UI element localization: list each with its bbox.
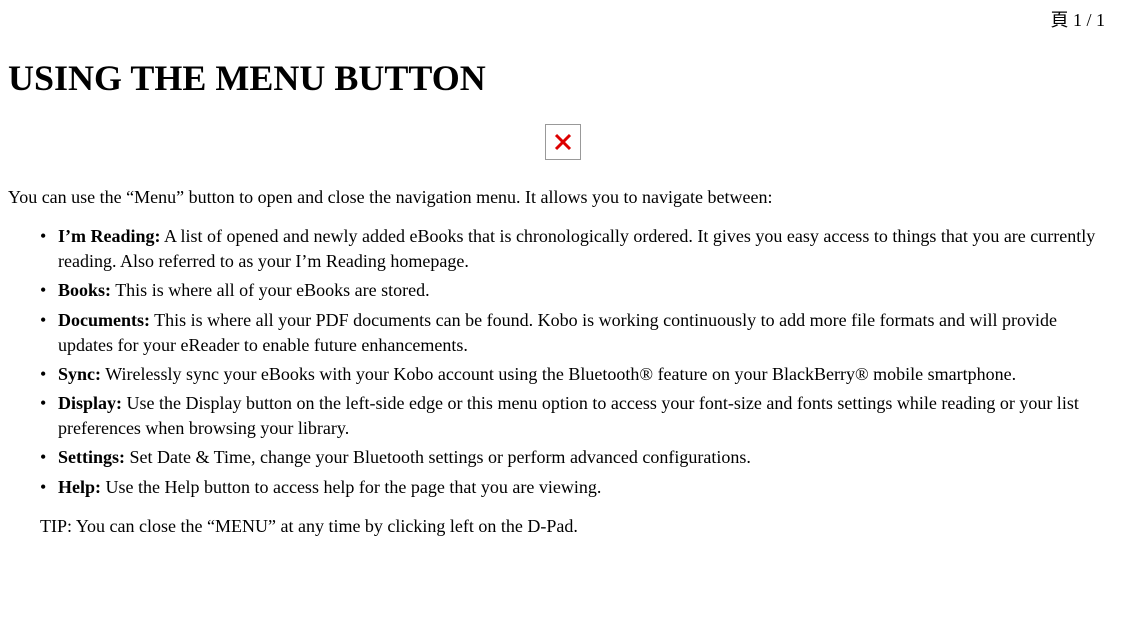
- list-item: Documents: This is where all your PDF do…: [40, 308, 1105, 358]
- item-desc: Use the Display button on the left-side …: [58, 393, 1079, 438]
- list-item: Display: Use the Display button on the l…: [40, 391, 1105, 441]
- item-desc: This is where all your PDF documents can…: [58, 310, 1057, 355]
- item-title: I’m Reading:: [58, 226, 161, 246]
- list-item: I’m Reading: A list of opened and newly …: [40, 224, 1105, 274]
- item-desc: Set Date & Time, change your Bluetooth s…: [125, 447, 751, 467]
- list-item: Settings: Set Date & Time, change your B…: [40, 445, 1105, 470]
- list-item: Books: This is where all of your eBooks …: [40, 278, 1105, 303]
- menu-items-list: I’m Reading: A list of opened and newly …: [40, 224, 1105, 500]
- item-title: Help:: [58, 477, 101, 497]
- item-desc: This is where all of your eBooks are sto…: [111, 280, 430, 300]
- intro-text: You can use the “Menu” button to open an…: [8, 185, 1117, 210]
- list-item: Help: Use the Help button to access help…: [40, 475, 1105, 500]
- item-title: Display:: [58, 393, 122, 413]
- item-title: Settings:: [58, 447, 125, 467]
- item-title: Sync:: [58, 364, 101, 384]
- broken-image-wrap: [0, 124, 1125, 167]
- item-desc: A list of opened and newly added eBooks …: [58, 226, 1095, 271]
- item-desc: Wirelessly sync your eBooks with your Ko…: [101, 364, 1016, 384]
- item-title: Documents:: [58, 310, 150, 330]
- page-indicator: 頁 1 / 1: [0, 0, 1125, 33]
- tip-text: TIP: You can close the “MENU” at any tim…: [40, 514, 1105, 539]
- item-title: Books:: [58, 280, 111, 300]
- broken-image-icon: [545, 124, 581, 160]
- item-desc: Use the Help button to access help for t…: [101, 477, 601, 497]
- list-item: Sync: Wirelessly sync your eBooks with y…: [40, 362, 1105, 387]
- page-title: USING THE MENU BUTTON: [8, 53, 1125, 103]
